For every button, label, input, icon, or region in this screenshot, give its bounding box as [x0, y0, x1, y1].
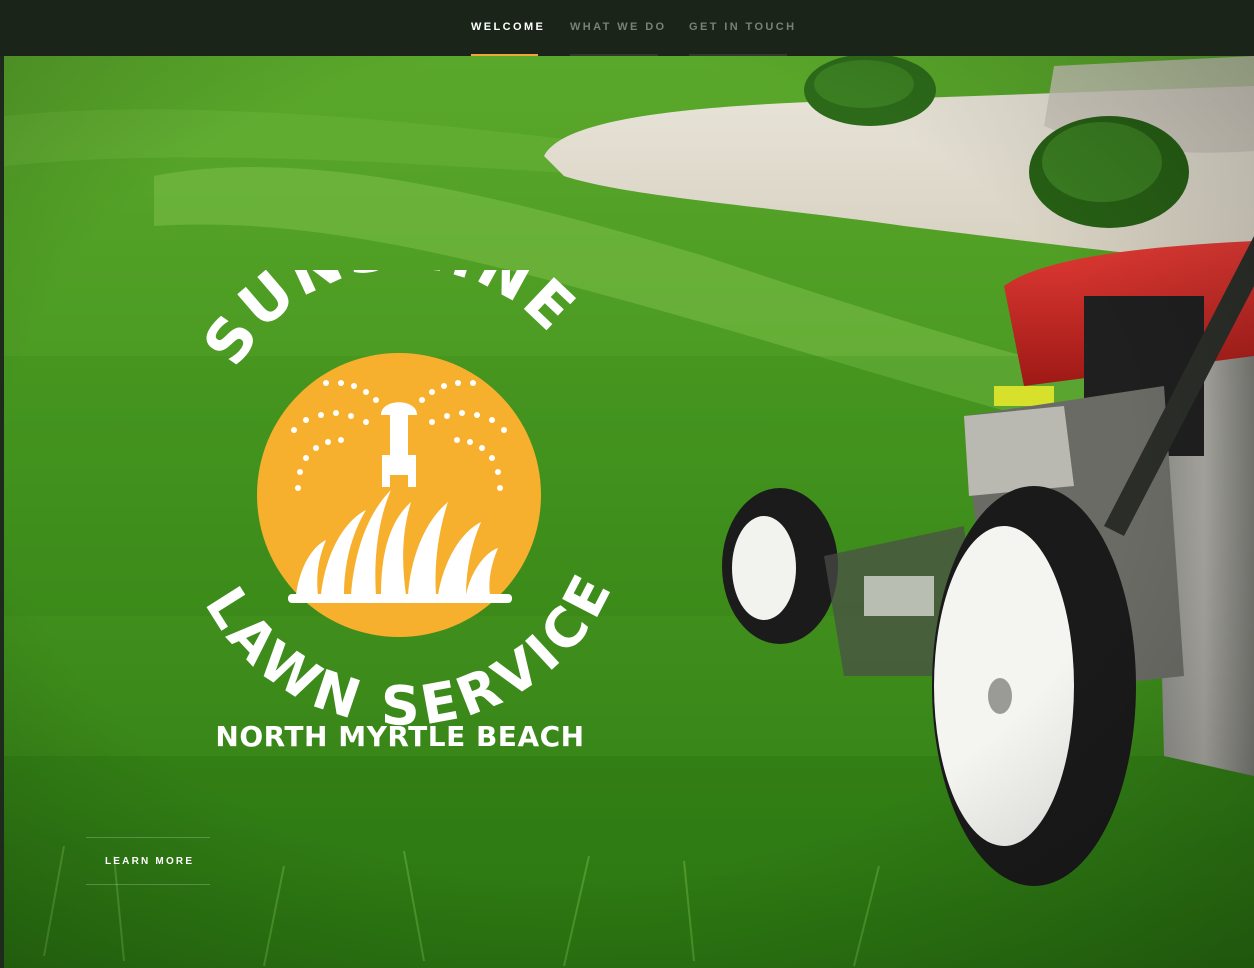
learn-more-button[interactable]: LEARN MORE [86, 837, 210, 885]
nav-item-label: GET IN TOUCH [689, 21, 797, 33]
nav-list: WELCOME WHAT WE DO GET IN TOUCH [0, 0, 1254, 56]
nav-item-get-in-touch[interactable]: GET IN TOUCH [689, 0, 794, 56]
learn-more-label: LEARN MORE [105, 856, 195, 867]
nav-item-welcome[interactable]: WELCOME [471, 0, 543, 56]
nav-underline [689, 54, 787, 56]
nav-item-label: WELCOME [471, 21, 546, 33]
nav-underline [570, 54, 658, 56]
top-navigation: WELCOME WHAT WE DO GET IN TOUCH [0, 0, 1254, 56]
page: WELCOME WHAT WE DO GET IN TOUCH SU NE LA… [0, 0, 1254, 968]
brand-logo: SUNSHINE LAWN SERVICE NORTH MYRTLE BEACH [176, 270, 636, 760]
logo-location-text: NORTH MYRTLE BEACH [215, 720, 584, 753]
nav-item-what-we-do[interactable]: WHAT WE DO [570, 0, 664, 56]
nav-item-label: WHAT WE DO [570, 21, 667, 33]
nav-active-underline [471, 54, 538, 56]
